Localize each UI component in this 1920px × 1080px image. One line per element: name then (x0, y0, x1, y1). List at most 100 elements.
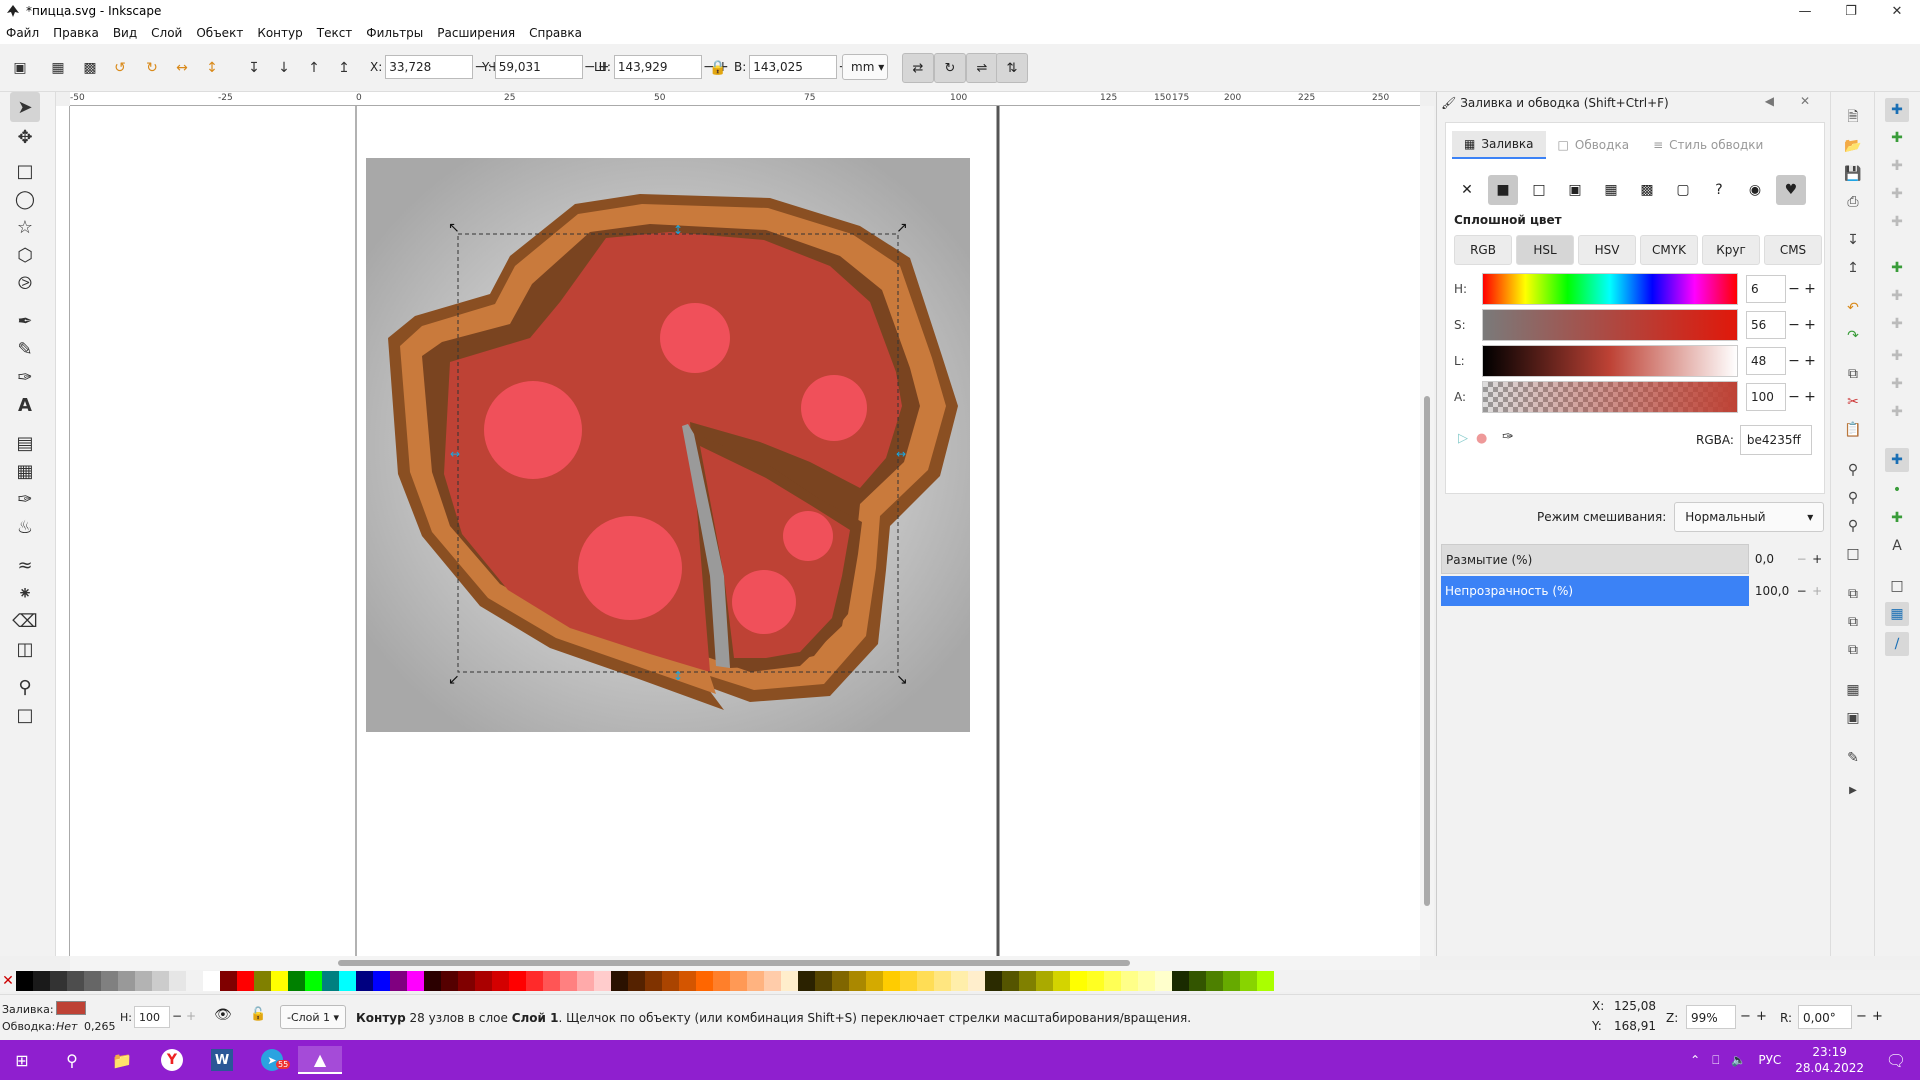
pepperoni-5[interactable] (783, 511, 833, 561)
palette-swatch[interactable] (169, 971, 186, 991)
vertical-scroll-thumb[interactable] (1424, 396, 1430, 906)
palette-swatch[interactable] (679, 971, 696, 991)
selector-tool-icon[interactable]: ➤ (10, 92, 40, 122)
rgba-input[interactable]: be4235ff (1739, 425, 1812, 455)
palette-swatch[interactable] (798, 971, 815, 991)
palette-swatch[interactable] (951, 971, 968, 991)
lower-to-bottom-icon[interactable]: ↧ (242, 56, 266, 80)
box3d-tool-icon[interactable]: ⬡ (10, 240, 40, 270)
pepperoni-2[interactable] (484, 381, 582, 479)
mode-cmyk[interactable]: CMYK (1640, 235, 1698, 265)
network-icon[interactable]: ⎕ (1712, 1053, 1719, 1068)
pepperoni-3[interactable] (801, 375, 867, 441)
star-tool-icon[interactable]: ☆ (10, 212, 40, 242)
dropper-tool-icon[interactable]: ✑ (10, 484, 40, 514)
stroke-status-value[interactable]: Нет (56, 1020, 77, 1033)
palette-swatch[interactable] (747, 971, 764, 991)
swatch-icon[interactable]: ▢ (1668, 175, 1698, 205)
blur-increment[interactable]: + (1809, 552, 1825, 566)
palette-swatch[interactable] (1240, 971, 1257, 991)
palette-swatch[interactable] (1206, 971, 1223, 991)
raise-icon[interactable]: ↑ (302, 56, 326, 80)
opacity-value[interactable]: 100,0 (1755, 584, 1794, 598)
palette-swatch[interactable] (526, 971, 543, 991)
select-all-icon[interactable]: ▣ (8, 56, 32, 80)
palette-swatch[interactable] (577, 971, 594, 991)
tab-fill[interactable]: ▦ Заливка (1452, 131, 1546, 159)
hue-input[interactable]: 6 (1746, 275, 1786, 303)
palette-swatch[interactable] (1002, 971, 1019, 991)
snap-toggle-icon[interactable]: ✚ (1885, 98, 1909, 122)
file-explorer-icon[interactable]: 📁 (102, 1046, 142, 1074)
lock-ratio-icon[interactable]: 🔒 (706, 56, 730, 80)
palette-none-swatch[interactable]: ✕ (0, 971, 16, 991)
lightness-decrement[interactable]: − (1786, 353, 1802, 369)
menu-file[interactable]: Файл (6, 26, 39, 40)
blur-decrement[interactable]: − (1794, 552, 1810, 566)
opacity-status-increment[interactable]: + (186, 1009, 196, 1023)
duplicate-icon[interactable]: ⧉ (1841, 582, 1865, 606)
palette-swatch[interactable] (628, 971, 645, 991)
scale-handle-right[interactable]: ↔ (896, 447, 906, 461)
flip-horizontal-icon[interactable]: ↔ (170, 56, 194, 80)
alpha-slider[interactable] (1482, 381, 1738, 413)
palette-swatch[interactable] (781, 971, 798, 991)
group-icon[interactable]: ▦ (1841, 678, 1865, 702)
zoom-decrement[interactable]: − (1740, 1009, 1751, 1024)
text-tool-icon[interactable]: A (10, 390, 40, 420)
height-input[interactable]: 143,025 (749, 55, 838, 79)
snap-intersection-icon[interactable]: ✚ (1885, 312, 1909, 336)
lightness-increment[interactable]: + (1802, 353, 1818, 369)
more-commands-icon[interactable]: ▶ (1841, 778, 1865, 802)
palette-swatch[interactable] (611, 971, 628, 991)
snap-guide-icon[interactable]: ∕ (1885, 632, 1909, 656)
palette-swatch[interactable] (968, 971, 985, 991)
scale-handle-left[interactable]: ↔ (450, 447, 460, 461)
move-patterns-icon[interactable]: ⇅ (996, 53, 1028, 83)
tab-stroke-paint[interactable]: □ Обводка (1546, 131, 1642, 159)
snap-nodes-icon[interactable]: ✚ (1885, 256, 1909, 280)
mode-rgb[interactable]: RGB (1454, 235, 1512, 265)
new-document-icon[interactable]: 🗎 (1841, 106, 1865, 130)
palette-swatch[interactable] (254, 971, 271, 991)
zoom-increment[interactable]: + (1756, 1009, 1767, 1024)
yandex-browser-icon[interactable]: Y (152, 1046, 192, 1074)
rotate-decrement[interactable]: − (1856, 1009, 1867, 1024)
palette-swatch[interactable] (730, 971, 747, 991)
dock-collapse-icon[interactable]: ◀ (1765, 94, 1774, 108)
maximize-icon[interactable]: ❐ (1828, 0, 1874, 22)
blur-value[interactable]: 0,0 (1755, 552, 1794, 566)
zoom-page-icon[interactable]: ⚲ (1841, 514, 1865, 538)
fill-rule-evenodd-icon[interactable]: ◉ (1740, 175, 1770, 205)
palette-swatch[interactable] (492, 971, 509, 991)
opacity-decrement[interactable]: − (1794, 584, 1810, 598)
palette-swatch[interactable] (849, 971, 866, 991)
horizontal-scrollbar[interactable] (70, 956, 1420, 970)
palette-swatch[interactable] (1070, 971, 1087, 991)
palette-swatch[interactable] (543, 971, 560, 991)
copy-icon[interactable]: ⧉ (1841, 362, 1865, 386)
pepperoni-6[interactable] (732, 570, 796, 634)
unset-paint-icon[interactable]: ? (1704, 175, 1734, 205)
palette-swatch[interactable] (883, 971, 900, 991)
saturation-input[interactable]: 56 (1746, 311, 1786, 339)
layer-visibility-icon[interactable]: 👁 (214, 1007, 232, 1023)
snap-grid-icon[interactable]: ▦ (1885, 602, 1909, 626)
telegram-icon[interactable]: ➤ 55 (252, 1046, 292, 1074)
palette-swatch[interactable] (84, 971, 101, 991)
palette-swatch[interactable] (509, 971, 526, 991)
close-icon[interactable]: ✕ (1874, 0, 1920, 22)
palette-swatch[interactable] (900, 971, 917, 991)
palette-swatch[interactable] (322, 971, 339, 991)
snap-midpoint-icon[interactable]: ✚ (1885, 400, 1909, 424)
measure-tool-icon[interactable]: □ (10, 700, 40, 730)
unlink-clone-icon[interactable]: ⧉ (1841, 638, 1865, 662)
scale-handle-top[interactable]: ↕ (673, 223, 683, 237)
raise-to-top-icon[interactable]: ↥ (332, 56, 356, 80)
palette-swatch[interactable] (152, 971, 169, 991)
print-icon[interactable]: ⎙ (1841, 190, 1865, 214)
gradient-tool-icon[interactable]: ▤ (10, 428, 40, 458)
cut-icon[interactable]: ✂ (1841, 390, 1865, 414)
snap-smooth-icon[interactable]: ✚ (1885, 372, 1909, 396)
pen-tool-icon[interactable]: ✒ (10, 306, 40, 336)
